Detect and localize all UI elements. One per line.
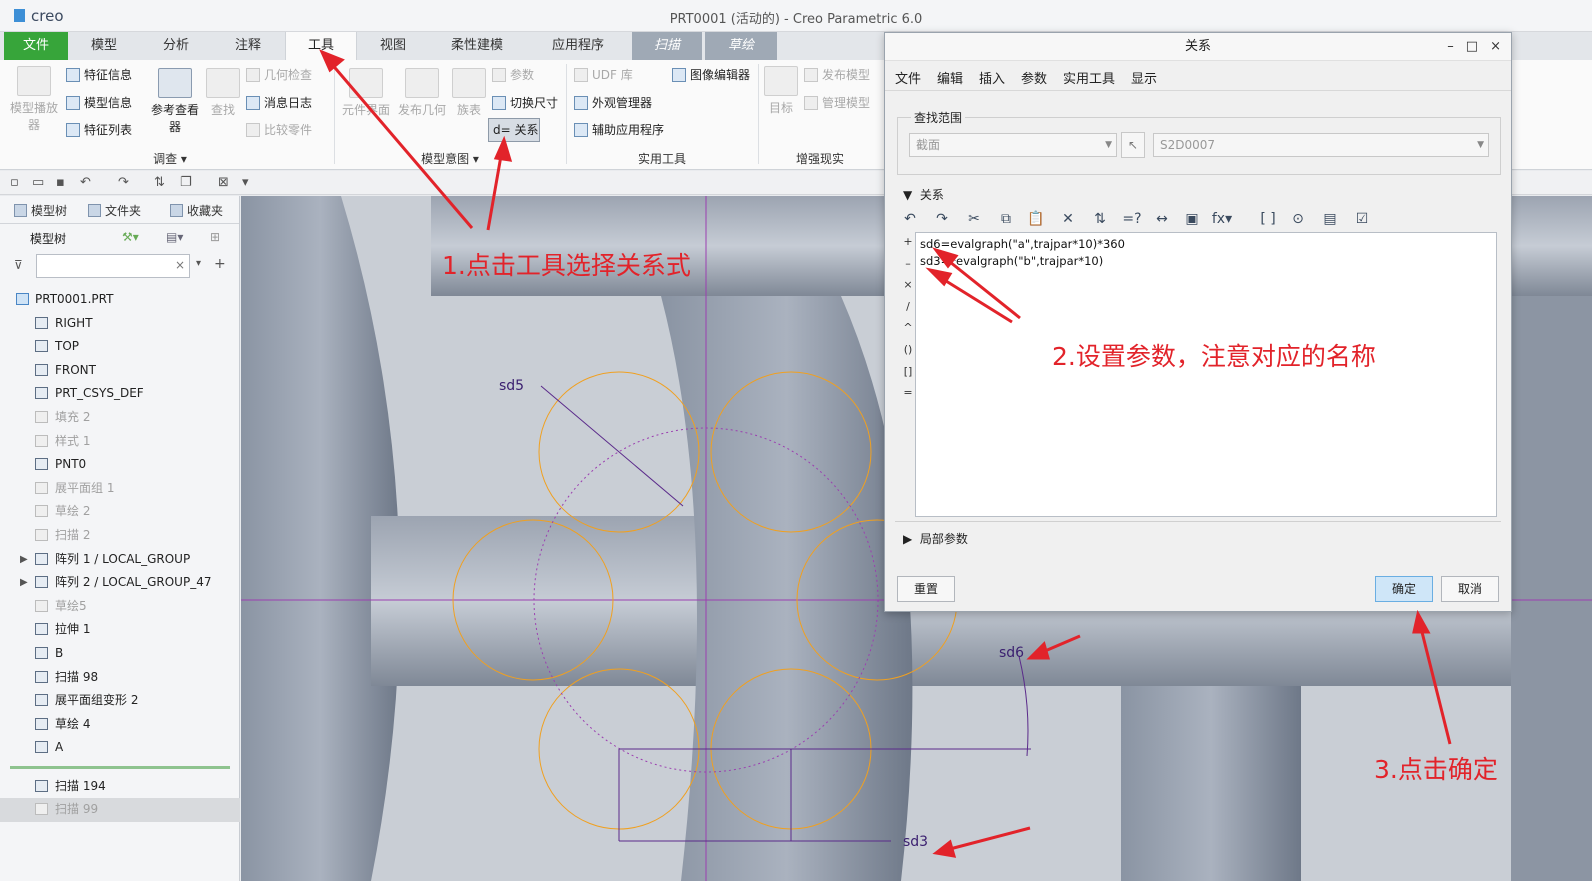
annotation-arrows bbox=[319, 49, 1452, 858]
annotation-step2: 2.设置参数，注意对应的名称 bbox=[1052, 342, 1376, 371]
annotation-step1: 1.点击工具选择关系式 bbox=[442, 251, 691, 280]
annotation-step3: 3.点击确定 bbox=[1374, 755, 1498, 784]
